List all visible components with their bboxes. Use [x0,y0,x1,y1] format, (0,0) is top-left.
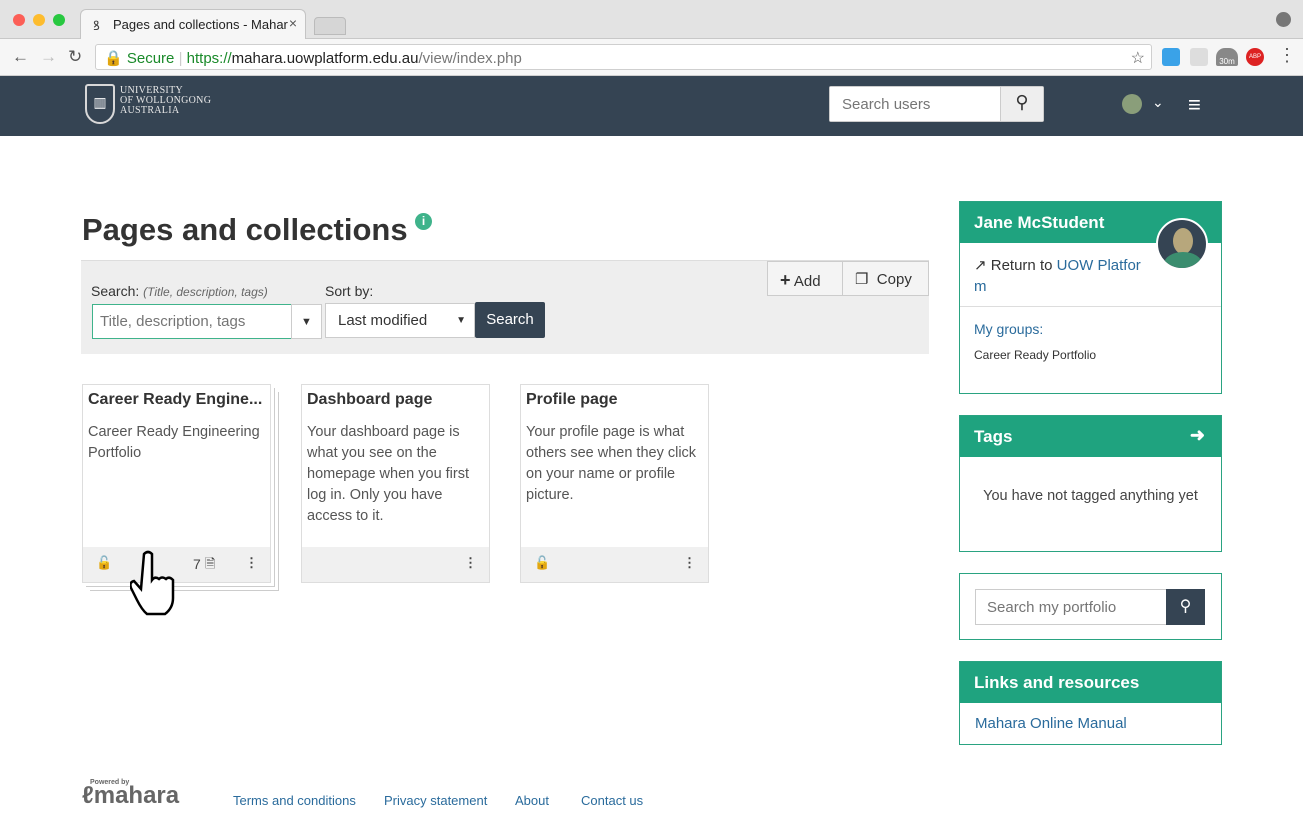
timer-extension-icon[interactable]: 30m [1216,48,1238,66]
forward-icon[interactable]: → [40,47,57,67]
search-portfolio-input[interactable] [975,589,1167,625]
unlock-icon: 🔓 [534,555,551,570]
card-description: Your dashboard page is what you see on t… [307,424,470,524]
user-panel: Jane McStudent ↗ Return to UOW Platfor m … [959,201,1222,394]
url-field[interactable]: 🔒 Secure | https://mahara.uowplatform.ed… [95,44,1152,70]
search-users-input[interactable] [830,87,1001,121]
tags-panel: Tags ➜ You have not tagged anything yet [959,415,1222,552]
search-icon: ⚲ [1015,92,1029,112]
browser-tab-bar: ꝸ Pages and collections - Mahar × [0,0,1303,40]
group-item[interactable]: Career Ready Portfolio [974,348,1096,362]
new-tab-button[interactable] [314,17,346,35]
search-portfolio-button[interactable]: ⚲ [1166,589,1205,625]
minimize-window-button[interactable] [33,14,45,26]
more-options-icon[interactable]: ⋮ [245,555,258,571]
mahara-manual-link[interactable]: Mahara Online Manual [975,715,1127,732]
sort-value: Last modified [338,312,428,329]
powered-by-text: Powered by [90,779,130,786]
more-options-icon[interactable]: ⋮ [464,555,477,571]
reload-icon[interactable]: ↻ [68,47,82,67]
profile-avatar[interactable] [1156,218,1208,270]
arrow-right-icon[interactable]: ➜ [1190,425,1205,446]
sort-select[interactable]: Last modified ▼ [325,303,475,338]
browser-menu-icon[interactable]: ⋮ [1278,45,1296,66]
browser-tab[interactable]: ꝸ Pages and collections - Mahar × [80,9,306,40]
uow-crest-icon: ▥ [85,84,115,124]
portfolio-search-panel: ⚲ [959,573,1222,640]
search-type-dropdown[interactable]: ▼ [291,304,322,339]
card-description: Your profile page is what others see whe… [526,424,697,503]
mahara-brand-text: mahara [93,782,180,809]
plus-icon: + [780,270,791,290]
url-path: /view/index.php [418,50,522,67]
tags-title[interactable]: Tags ➜ [960,416,1221,457]
close-window-button[interactable] [13,14,25,26]
tab-close-icon[interactable]: × [289,15,297,31]
copy-button[interactable]: ❐ Copy [842,261,929,296]
url-host: mahara.uowplatform.edu.au [231,50,419,67]
browser-profile-icon[interactable] [1276,12,1291,27]
page-title: Pages and collections [82,212,408,247]
privacy-link[interactable]: Privacy statement [384,793,487,808]
page-card[interactable]: Dashboard page Your dashboard page is wh… [301,384,490,583]
chevron-down-icon[interactable]: ⌄ [1152,94,1164,111]
search-pages-input[interactable] [92,304,292,339]
external-link-icon: ↗ [974,257,987,274]
search-toolbar: Search: (Title, description, tags) ▼ Sor… [81,260,929,354]
search-button[interactable]: Search [475,302,545,338]
bookmark-star-icon[interactable]: ☆ [1131,48,1145,68]
about-link[interactable]: About [515,793,549,808]
extension-icon[interactable] [1162,48,1180,66]
page-card[interactable]: Profile page Your profile page is what o… [520,384,709,583]
info-icon[interactable]: i [415,213,432,230]
copy-label: Copy [876,271,912,288]
user-search: ⚲ [829,86,1044,122]
mahara-favicon-icon: ꝸ [93,18,100,33]
card-title[interactable]: Dashboard page [307,391,482,409]
copy-icon: ❐ [855,271,869,288]
caret-down-icon: ▼ [301,316,312,328]
pages-icon: 🗎 [205,556,216,571]
caret-down-icon: ▼ [456,315,466,326]
search-users-button[interactable]: ⚲ [1000,87,1043,121]
back-icon[interactable]: ← [12,47,29,67]
search-label: Search: (Title, description, tags) [91,283,268,299]
search-icon: ⚲ [1179,598,1192,615]
return-link-row: ↗ Return to UOW Platfor m [974,255,1154,297]
user-avatar[interactable] [1122,94,1142,114]
card-footer: 🔓 ⋮ [521,547,708,582]
sort-label: Sort by: [325,283,374,299]
tags-empty-text: You have not tagged anything yet [983,488,1198,504]
url-scheme: https:// [186,50,232,67]
address-bar-row: ← → ↻ 🔒 Secure | https://mahara.uowplatf… [0,39,1303,76]
card-title[interactable]: Profile page [526,391,701,409]
card-title[interactable]: Career Ready Engine... [88,391,263,409]
terms-link[interactable]: Terms and conditions [233,793,356,808]
adblock-icon[interactable]: ABP [1246,48,1264,66]
card-footer: ⋮ [302,547,489,582]
hamburger-menu-icon[interactable]: ≡ [1188,92,1201,118]
maximize-window-button[interactable] [53,14,65,26]
contact-link[interactable]: Contact us [581,793,643,808]
hand-cursor-icon [130,550,175,616]
secure-label: Secure [126,50,175,67]
my-groups-link[interactable]: My groups: [974,321,1043,337]
page-count: 7 [193,556,201,572]
mahara-logo[interactable]: Powered by ℓmahara [82,779,180,810]
more-options-icon[interactable]: ⋮ [683,555,696,571]
add-button[interactable]: + Add [767,261,843,296]
tab-title: Pages and collections - Mahar [113,17,288,32]
logo-text: AUSTRALIA [120,105,180,116]
card-description: Career Ready Engineering Portfolio [88,424,260,461]
add-label: Add [793,273,821,290]
lock-icon: 🔒 [104,50,123,67]
links-panel: Links and resources Mahara Online Manual [959,661,1222,745]
mahara-swirl-icon: ℓ [82,782,94,809]
return-prefix: Return to [990,257,1053,274]
links-title: Links and resources [960,662,1221,703]
extension-icon[interactable] [1190,48,1208,66]
site-header: ▥ UNIVERSITY OF WOLLONGONG AUSTRALIA ⚲ ⌄… [0,76,1303,136]
unlock-icon: 🔓 [96,555,113,570]
